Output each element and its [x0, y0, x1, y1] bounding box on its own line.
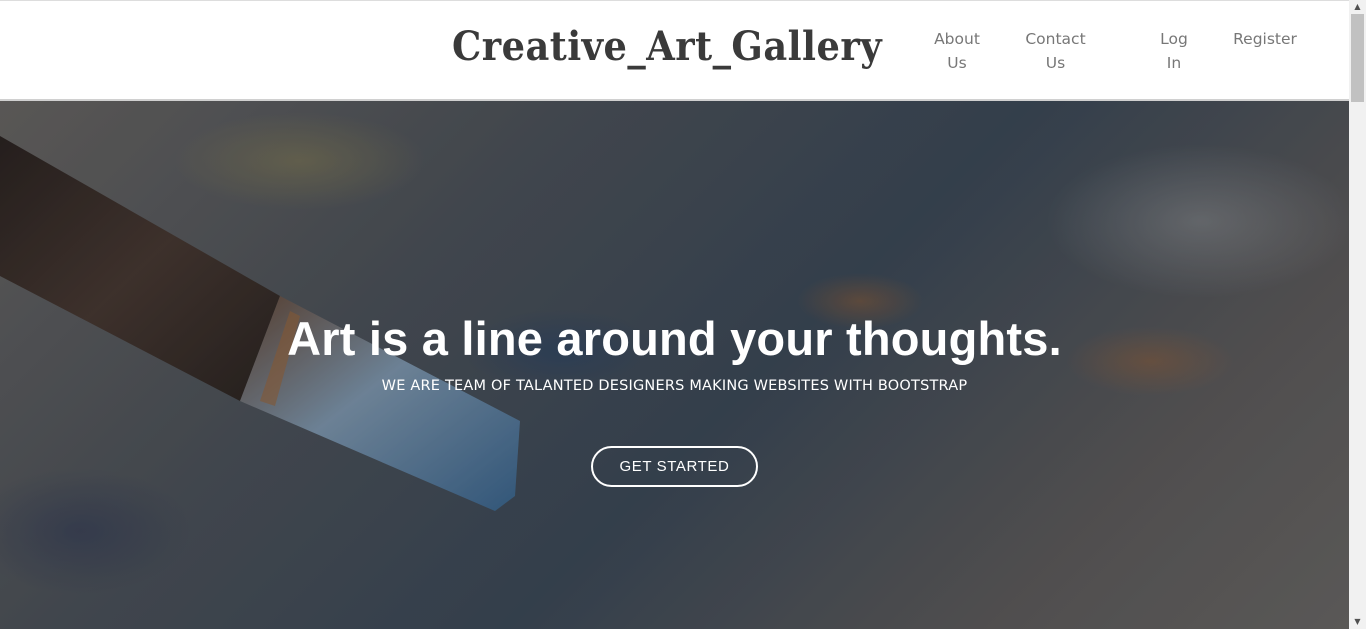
scrollbar-thumb[interactable] [1351, 14, 1364, 102]
nav-about-us-line2: Us [947, 54, 967, 72]
get-started-button[interactable]: GET STARTED [591, 446, 758, 487]
nav-contact-us-line1: Contact [1025, 30, 1086, 48]
hero-title: Art is a line around your thoughts. [287, 312, 1062, 365]
nav-log-in[interactable]: Log In [1156, 27, 1192, 75]
scroll-down-icon[interactable]: ▼ [1349, 615, 1366, 629]
nav-about-us-line1: About [934, 30, 980, 48]
hero-subtitle: WE ARE TEAM OF TALANTED DESIGNERS MAKING… [381, 378, 968, 394]
scroll-up-icon[interactable]: ▲ [1349, 0, 1366, 14]
nav-log-in-line2: In [1166, 54, 1182, 72]
nav-contact-us[interactable]: Contact Us [1022, 27, 1089, 75]
page-scrollbar[interactable]: ▲ ▼ [1349, 0, 1366, 629]
hero-section: Art is a line around your thoughts. WE A… [0, 101, 1349, 629]
nav-register[interactable]: Register [1230, 27, 1300, 51]
brand-logo-text[interactable]: Creative_Art_Gallery [452, 23, 882, 70]
nav-about-us[interactable]: About Us [929, 27, 985, 75]
nav-register-label: Register [1233, 30, 1297, 48]
site-header: Creative_Art_Gallery About Us Contact Us… [0, 0, 1349, 101]
nav-contact-us-line2: Us [1045, 54, 1066, 72]
nav-log-in-line1: Log [1160, 30, 1188, 48]
